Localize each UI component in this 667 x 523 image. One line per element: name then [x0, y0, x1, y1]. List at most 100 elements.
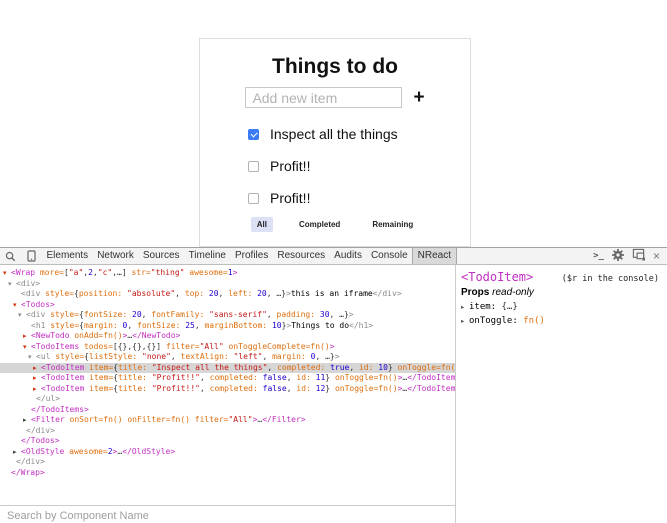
code-token: <h1	[31, 321, 45, 330]
code-token: ,	[287, 384, 297, 393]
add-item-button[interactable]: +	[413, 88, 424, 107]
code-token: >	[335, 352, 340, 361]
gear-icon[interactable]	[612, 249, 624, 264]
expand-arrow-icon[interactable]: ▸	[33, 373, 41, 384]
tree-row[interactable]: <h1 style={margin: 0, fontSize: 25, marg…	[0, 321, 455, 332]
tab-nreact[interactable]: NReact	[412, 248, 456, 264]
expand-arrow-icon[interactable]: ▸	[13, 447, 21, 458]
tree-row[interactable]: ▸<OldStyle awesome=2>…</OldStyle>	[0, 447, 455, 458]
expand-arrow-icon[interactable]: ▾	[3, 268, 11, 279]
selected-component-name: <TodoItem>	[461, 270, 533, 284]
code-token: "a"	[69, 268, 83, 277]
expand-arrow-icon[interactable]: ▸	[23, 331, 31, 342]
expand-arrow-icon[interactable]: ▾	[8, 279, 16, 290]
tab-timeline[interactable]: Timeline	[184, 248, 230, 264]
tree-row[interactable]: </Todos>	[0, 436, 455, 447]
code-token: 20	[209, 289, 219, 298]
code-token: ,	[175, 289, 185, 298]
code-token: fn()	[378, 373, 397, 382]
tab-elements[interactable]: Elements	[42, 248, 93, 264]
tree-row[interactable]: ▸<NewTodo onAdd=fn()>…</NewTodo>	[0, 331, 455, 342]
tree-row[interactable]: ▸<TodoItem item={title: "Inspect all the…	[0, 363, 455, 374]
code-token: "c"	[98, 268, 112, 277]
expand-arrow-icon[interactable]: ▸	[23, 415, 31, 426]
code-token: filter=	[161, 342, 200, 351]
code-token: ,	[200, 373, 210, 382]
tree-row[interactable]: ▾<div style={fontSize: 20, fontFamily: "…	[0, 310, 455, 321]
expand-arrow-icon[interactable]: ▾	[13, 300, 21, 311]
code-token: >	[233, 268, 238, 277]
tree-row[interactable]: ▾<div>	[0, 279, 455, 290]
expand-arrow-icon[interactable]: ▾	[18, 310, 26, 321]
expand-arrow-icon[interactable]: ▸	[33, 384, 41, 395]
prop-row[interactable]: ▸item: {…}	[461, 302, 659, 312]
code-token: </ul>	[36, 394, 60, 403]
tab-resources[interactable]: Resources	[273, 248, 330, 264]
todo-app-frame: Things to do + Inspect all the thingsPro…	[199, 38, 471, 247]
tree-row[interactable]: ▸<TodoItem item={title: "Profit!!", comp…	[0, 384, 455, 395]
tree-row[interactable]: ▸<TodoItem item={title: "Profit!!", comp…	[0, 373, 455, 384]
code-token: <TodoItems	[31, 342, 79, 351]
tab-profiles[interactable]: Profiles	[230, 248, 272, 264]
prop-value: fn()	[523, 316, 545, 326]
device-icon[interactable]	[21, 248, 42, 264]
code-token: onSort=	[65, 415, 104, 424]
todo-checkbox[interactable]	[248, 193, 259, 204]
close-icon[interactable]: ×	[653, 250, 660, 262]
magnifier-icon[interactable]	[0, 248, 21, 264]
code-token: id:	[359, 363, 373, 372]
code-token: this is an iframe	[291, 289, 373, 298]
todo-checkbox[interactable]	[248, 161, 259, 172]
code-token: 12	[316, 384, 326, 393]
tab-audits[interactable]: Audits	[330, 248, 367, 264]
tree-row[interactable]: </ul>	[0, 394, 455, 405]
tree-row[interactable]: <div style={position: "absolute", top: 2…	[0, 289, 455, 300]
tree-row[interactable]: ▸<Filter onSort=fn() onFilter=fn() filte…	[0, 415, 455, 426]
tree-row[interactable]: </div>	[0, 457, 455, 468]
tree-row[interactable]: ▾<Wrap more=["a",2,"c",…] str="thing" aw…	[0, 268, 455, 279]
code-token: <div	[26, 310, 45, 319]
component-search-input[interactable]	[0, 508, 455, 523]
filter-button-completed[interactable]: Completed	[293, 217, 346, 232]
code-token: "Profit!!"	[152, 373, 200, 382]
tree-row[interactable]: </Wrap>	[0, 468, 455, 479]
filter-button-all[interactable]: All	[251, 217, 273, 232]
tab-network[interactable]: Network	[93, 248, 139, 264]
props-header: <TodoItem> ($r in the console)	[461, 270, 659, 284]
code-token: "Inspect all the things"	[152, 363, 268, 372]
code-token: "sans-serif"	[209, 310, 267, 319]
console-drawer-icon[interactable]: >_	[593, 251, 604, 261]
code-token: <Filter	[31, 415, 65, 424]
expand-arrow-icon[interactable]: ▾	[28, 352, 36, 363]
console-reference-hint: ($r in the console)	[562, 274, 659, 284]
code-token: onToggleComplete=	[224, 342, 311, 351]
component-search-bar	[0, 505, 455, 523]
add-item-input[interactable]	[245, 87, 402, 108]
code-token: Things to do	[291, 321, 349, 330]
code-token: padding:	[277, 310, 316, 319]
tab-sources[interactable]: Sources	[138, 248, 184, 264]
expand-arrow-icon[interactable]: ▸	[461, 317, 469, 325]
tree-row[interactable]: ▾<ul style={listStyle: "none", textAlign…	[0, 352, 455, 363]
todo-checkbox[interactable]	[248, 129, 259, 140]
code-token: <ul	[36, 352, 50, 361]
tree-row[interactable]: </div>	[0, 426, 455, 437]
dock-icon[interactable]	[632, 248, 645, 264]
code-token: "thing"	[151, 268, 185, 277]
tree-row[interactable]: ▾<TodoItems todos=[{},{},{}] filter="All…	[0, 342, 455, 353]
expand-arrow-icon[interactable]: ▸	[461, 303, 469, 311]
expand-arrow-icon[interactable]: ▸	[33, 363, 41, 374]
code-token: <OldStyle	[21, 447, 64, 456]
expand-arrow-icon[interactable]: ▾	[23, 342, 31, 353]
code-token: margin:	[84, 321, 118, 330]
code-token: fontSize:	[84, 310, 127, 319]
tree-row[interactable]: </TodoItems>	[0, 405, 455, 416]
code-token: style=	[40, 289, 74, 298]
code-token: left:	[228, 289, 252, 298]
code-token: <Todos>	[21, 300, 55, 309]
prop-row[interactable]: ▸onToggle: fn()	[461, 316, 659, 326]
tree-row[interactable]: ▾<Todos>	[0, 300, 455, 311]
filter-button-remaining[interactable]: Remaining	[366, 217, 419, 232]
tab-console[interactable]: Console	[366, 248, 412, 264]
code-token: ,	[200, 384, 210, 393]
